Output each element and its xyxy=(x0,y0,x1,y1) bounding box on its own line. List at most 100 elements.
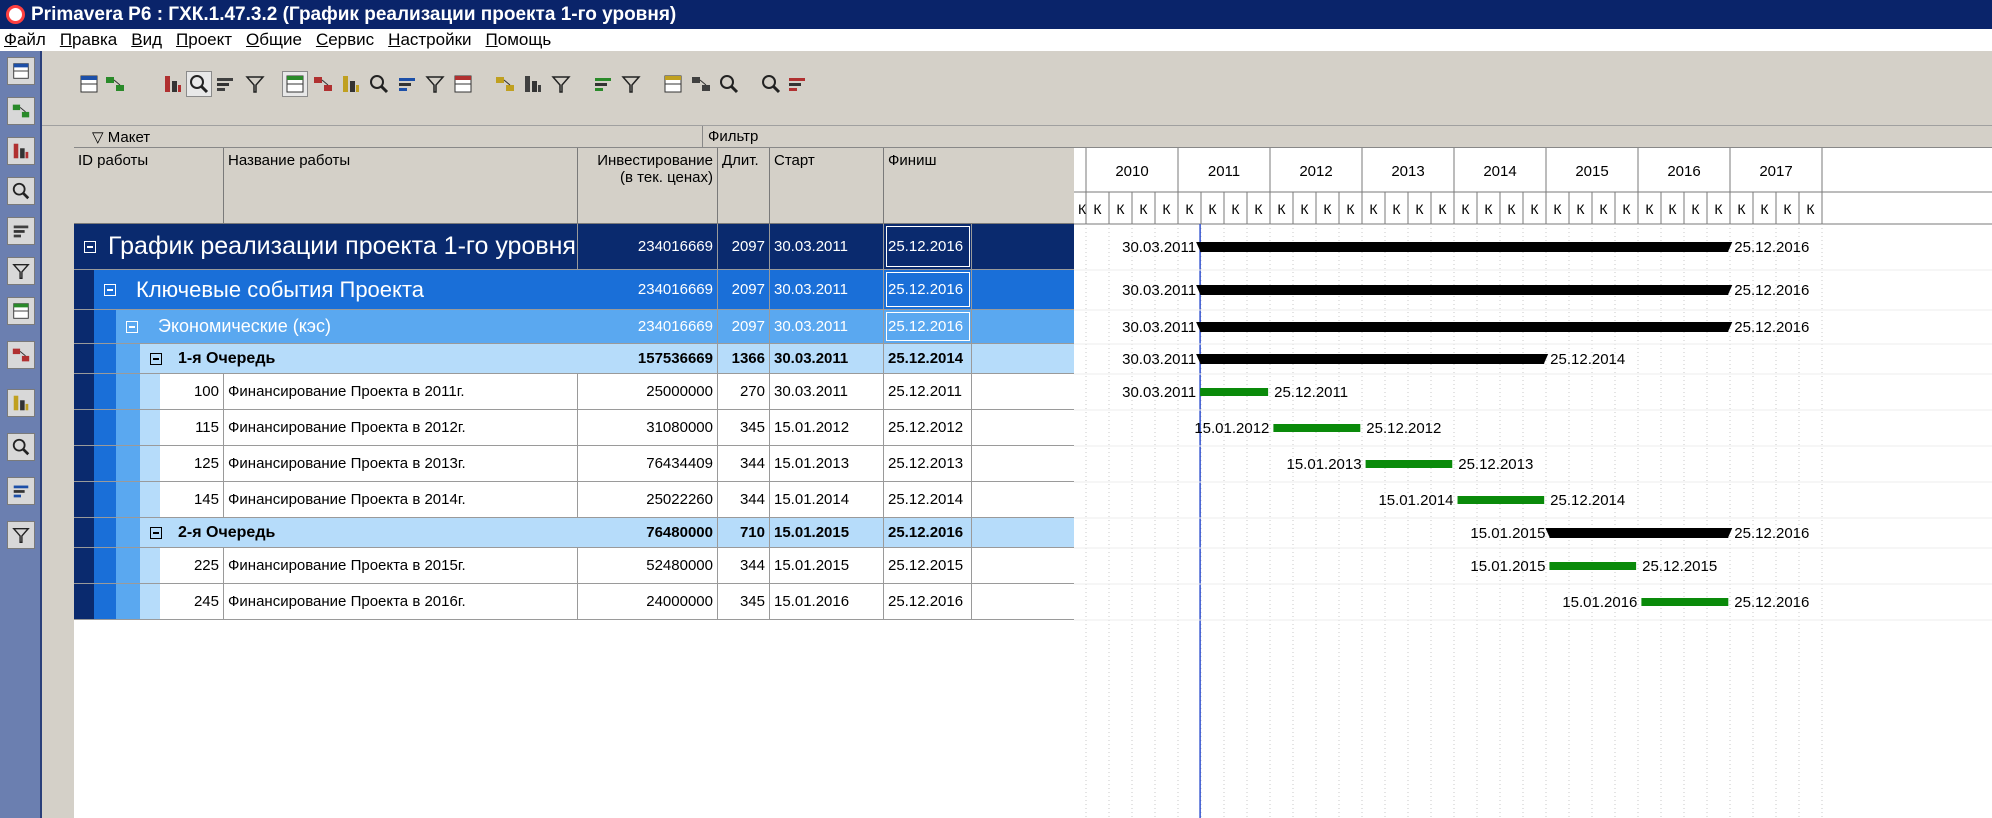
filter-label[interactable]: Фильтр xyxy=(708,128,758,145)
invest-cell[interactable]: 234016669 xyxy=(578,224,718,269)
activity-row[interactable]: 245 Финансирование Проекта в 2016г. 240000… xyxy=(74,584,1074,620)
start-cell[interactable]: 30.03.2011 xyxy=(770,344,884,373)
resource-usage-icon[interactable] xyxy=(366,71,392,97)
activity-profile-icon[interactable] xyxy=(338,71,364,97)
tracking-icon[interactable] xyxy=(7,177,35,205)
columns-icon[interactable] xyxy=(492,71,518,97)
activity-row[interactable]: 125 Финансирование Проекта в 2013г. 764344… xyxy=(74,446,1074,482)
wbs-row[interactable]: График реализации проекта 1-го уровня 234… xyxy=(74,224,1074,270)
duration-cell[interactable]: 345 xyxy=(718,410,770,445)
progress-icon[interactable] xyxy=(688,71,714,97)
print-icon[interactable] xyxy=(76,71,102,97)
wbs-row[interactable]: Экономические (кэс) 234016669 2097 30.03.20… xyxy=(74,310,1074,344)
risks-icon[interactable] xyxy=(7,477,35,505)
finish-cell[interactable]: 25.12.2013 xyxy=(884,446,972,481)
group-icon[interactable] xyxy=(590,71,616,97)
column-header-start[interactable]: Старт xyxy=(770,148,884,224)
invest-cell[interactable]: 157536669 xyxy=(578,344,718,373)
invest-cell[interactable]: 76434409 xyxy=(578,446,718,481)
collapse-toggle-icon[interactable] xyxy=(150,353,162,365)
zoom-out-icon[interactable] xyxy=(758,71,784,97)
collapse-toggle-icon[interactable] xyxy=(126,321,138,333)
zoom-in-icon[interactable] xyxy=(716,71,742,97)
activities-icon[interactable] xyxy=(7,257,35,285)
start-cell[interactable]: 15.01.2014 xyxy=(770,482,884,517)
invest-cell[interactable]: 24000000 xyxy=(578,584,718,619)
collapse-toggle-icon[interactable] xyxy=(84,241,96,253)
invest-cell[interactable]: 31080000 xyxy=(578,410,718,445)
collapse-toggle-icon[interactable] xyxy=(104,284,116,296)
network-icon[interactable] xyxy=(242,71,268,97)
menu-item-4[interactable]: Общие xyxy=(246,30,302,50)
trace-logic-icon[interactable] xyxy=(450,71,476,97)
duration-cell[interactable]: 344 xyxy=(718,548,770,583)
start-cell[interactable]: 30.03.2011 xyxy=(770,224,884,269)
wbs-row[interactable]: 2-я Очередь 76480000 710 15.01.2015 25.12.20… xyxy=(74,518,1074,548)
start-cell[interactable]: 15.01.2015 xyxy=(770,518,884,547)
layout-table-icon[interactable] xyxy=(160,71,186,97)
column-header-name[interactable]: Название работы xyxy=(224,148,578,224)
invest-cell[interactable]: 234016669 xyxy=(578,270,718,309)
menu-item-7[interactable]: Помощь xyxy=(486,30,552,50)
finish-cell[interactable]: 25.12.2012 xyxy=(884,410,972,445)
finish-cell[interactable]: 25.12.2011 xyxy=(884,374,972,409)
filter-icon[interactable] xyxy=(548,71,574,97)
layout-gantt-icon[interactable] xyxy=(186,71,212,97)
menu-item-0[interactable]: Файл xyxy=(4,30,46,50)
activity-row[interactable]: 225 Финансирование Проекта в 2015г. 524800… xyxy=(74,548,1074,584)
duration-cell[interactable]: 270 xyxy=(718,374,770,409)
schedule-icon[interactable] xyxy=(618,71,644,97)
start-cell[interactable]: 15.01.2015 xyxy=(770,548,884,583)
column-header-duration[interactable]: Длит. xyxy=(718,148,770,224)
activity-row[interactable]: 115 Финансирование Проекта в 2012г. 310800… xyxy=(74,410,1074,446)
level-icon[interactable] xyxy=(660,71,686,97)
menu-item-6[interactable]: Настройки xyxy=(388,30,471,50)
invest-cell[interactable]: 76480000 xyxy=(578,518,718,547)
duration-cell[interactable]: 1366 xyxy=(718,344,770,373)
activity-table-icon[interactable] xyxy=(282,71,308,97)
start-cell[interactable]: 15.01.2013 xyxy=(770,446,884,481)
menu-item-2[interactable]: Вид xyxy=(131,30,162,50)
duration-cell[interactable]: 345 xyxy=(718,584,770,619)
column-header-id[interactable]: ID работы xyxy=(74,148,224,224)
expenses-icon[interactable] xyxy=(7,389,35,417)
wbs-icon[interactable] xyxy=(7,217,35,245)
invest-cell[interactable]: 25000000 xyxy=(578,374,718,409)
layout-menu-button[interactable]: ▽ Макет xyxy=(92,128,150,146)
exit-icon[interactable] xyxy=(7,521,35,549)
resources-icon[interactable] xyxy=(7,97,35,125)
invest-cell[interactable]: 52480000 xyxy=(578,548,718,583)
finish-cell[interactable]: 25.12.2015 xyxy=(884,548,972,583)
collapse-icon[interactable] xyxy=(784,71,810,97)
bars-icon[interactable] xyxy=(520,71,546,97)
duration-cell[interactable]: 344 xyxy=(718,446,770,481)
projects-icon[interactable] xyxy=(7,57,35,85)
start-cell[interactable]: 30.03.2011 xyxy=(770,270,884,309)
activity-row[interactable]: 145 Финансирование Проекта в 2014г. 250222… xyxy=(74,482,1074,518)
reports-icon[interactable] xyxy=(7,137,35,165)
relationship-icon[interactable] xyxy=(212,71,238,97)
column-header-invest[interactable]: Инвестирование (в тек. ценах) xyxy=(578,148,718,224)
wbs-row[interactable]: 1-я Очередь 157536669 1366 30.03.2011 25.12.… xyxy=(74,344,1074,374)
column-header-finish[interactable]: Финиш xyxy=(884,148,1074,224)
invest-cell[interactable]: 234016669 xyxy=(578,310,718,343)
collapse-toggle-icon[interactable] xyxy=(150,527,162,539)
finish-cell[interactable]: 25.12.2016 xyxy=(884,518,972,547)
duration-cell[interactable]: 2097 xyxy=(718,310,770,343)
assignments-icon[interactable] xyxy=(7,297,35,325)
finish-cell[interactable]: 25.12.2016 xyxy=(884,310,972,343)
resource-profile-icon[interactable] xyxy=(394,71,420,97)
work-products-icon[interactable] xyxy=(7,341,35,369)
menu-item-3[interactable]: Проект xyxy=(176,30,232,50)
print-preview-icon[interactable] xyxy=(102,71,128,97)
start-cell[interactable]: 30.03.2011 xyxy=(770,374,884,409)
duration-cell[interactable]: 710 xyxy=(718,518,770,547)
duration-cell[interactable]: 2097 xyxy=(718,270,770,309)
activity-network-icon[interactable] xyxy=(422,71,448,97)
wbs-row[interactable]: Ключевые события Проекта 234016669 2097 30.… xyxy=(74,270,1074,310)
finish-cell[interactable]: 25.12.2016 xyxy=(884,584,972,619)
activity-row[interactable]: 100 Финансирование Проекта в 2011г. 250000… xyxy=(74,374,1074,410)
gantt-chart-icon[interactable] xyxy=(310,71,336,97)
menu-item-5[interactable]: Сервис xyxy=(316,30,374,50)
duration-cell[interactable]: 2097 xyxy=(718,224,770,269)
